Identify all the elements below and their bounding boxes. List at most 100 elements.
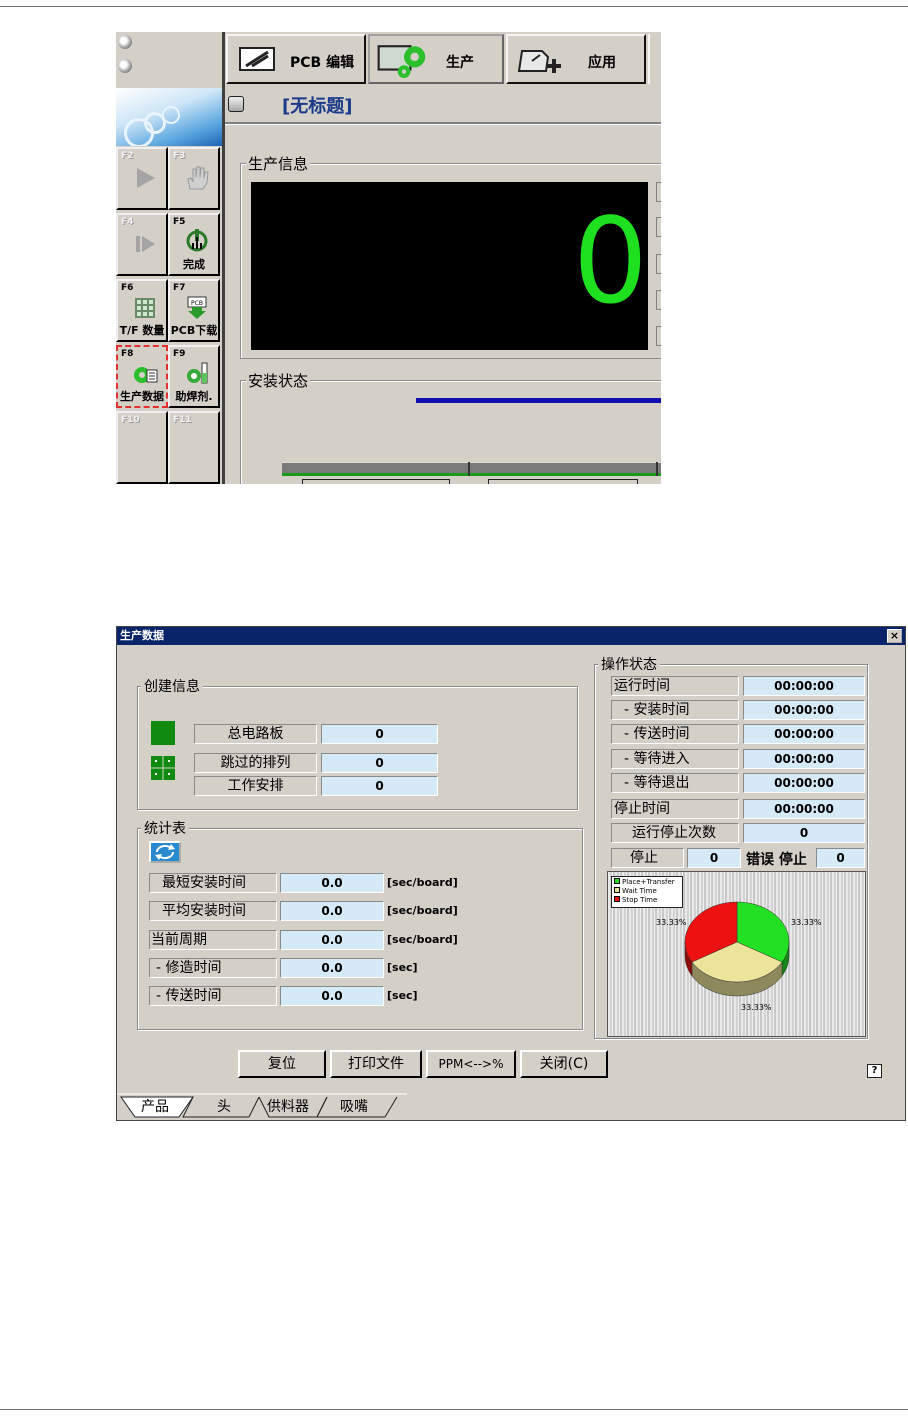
production-data-dialog: 生产数据 × 创建信息 总电路板 0 跳过的排列 0 工作安排 0 统计表 最短… (116, 626, 906, 1121)
tab-product[interactable]: 产品 (141, 1096, 169, 1116)
tab-apply[interactable]: 应用 (506, 34, 646, 84)
fkey-f7-code: F7 (173, 283, 186, 293)
pie-chart (684, 901, 790, 997)
creation-total-boards-label: 总电路板 (194, 724, 317, 744)
radio-dot[interactable] (118, 35, 132, 49)
fkey-f8-label: 生产数据 (120, 390, 164, 403)
skip-pattern-icon (151, 756, 175, 780)
op-stop-count-label: 运行停止次数 (611, 823, 739, 843)
radio-dot[interactable] (118, 59, 132, 73)
side-field (656, 254, 661, 274)
doc-title: [无标题] (282, 96, 353, 117)
op-run-time-label: 运行时间 (611, 676, 739, 696)
fkey-f11-code: F11 (173, 415, 192, 425)
reset-button[interactable]: 复位 (238, 1050, 326, 1078)
stats-current-cycle-unit: [sec/board] (387, 933, 458, 946)
fkey-f7-label: PCB下载 (170, 324, 218, 337)
fkey-f11[interactable]: F11 (168, 411, 220, 484)
fkey-f10-code: F10 (121, 415, 140, 425)
stats-build-time-label: - 修造时间 (149, 958, 277, 978)
op-error-stop-value: 0 (816, 848, 865, 868)
pie-chart-panel: Place+Transfer Wait Time Stop Time 33.33… (607, 871, 866, 1037)
stats-build-time-unit: [sec] (387, 961, 418, 974)
refresh-icon (155, 844, 175, 860)
fkey-f3[interactable]: F3 (168, 147, 220, 210)
op-wait-out-value: 00:00:00 (743, 773, 865, 793)
op-run-time-value: 00:00:00 (743, 676, 865, 696)
fkey-f6-label: T/F 数量 (119, 324, 165, 337)
fkey-f5-code: F5 (173, 217, 186, 227)
pie-label-stop-time: 33.33% (656, 918, 687, 927)
apply-icon (517, 50, 561, 73)
creation-skipped-label: 跳过的排列 (194, 753, 317, 773)
bottom-tab-strip: 产品 头 供料器 吸嘴 (117, 1093, 905, 1120)
mount-progress-bar (416, 398, 661, 403)
pie-label-place-transfer: 33.33% (791, 918, 822, 927)
ppm-toggle-button[interactable]: PPM<-->% (426, 1050, 516, 1078)
op-wait-in-label: - 等待进入 (611, 749, 739, 769)
step-icon (136, 236, 155, 252)
tab-production-label: 生产 (446, 55, 474, 71)
fkey-f2[interactable]: F2 (116, 147, 168, 210)
print-button[interactable]: 打印文件 (330, 1050, 422, 1078)
fkey-f9-label: 助焊剂. (175, 390, 213, 403)
stats-min-time-label: 最短安装时间 (149, 873, 277, 893)
stats-title: 统计表 (141, 818, 189, 838)
stats-build-time-value: 0.0 (280, 958, 384, 978)
close-button[interactable]: 关闭(C) (520, 1050, 608, 1078)
fkey-f10[interactable]: F10 (116, 411, 168, 484)
stats-transfer-time-label: - 传送时间 (149, 986, 277, 1006)
table-cell (488, 479, 638, 484)
fkey-f8-code: F8 (121, 349, 134, 359)
stats-current-cycle-label: 当前周期 (149, 930, 277, 950)
help-icon[interactable]: ? (867, 1064, 882, 1078)
footer-rule (0, 1409, 908, 1410)
tab-head[interactable]: 头 (217, 1096, 231, 1116)
stats-avg-time-label: 平均安装时间 (149, 901, 277, 921)
op-stop-label: 停止 (611, 848, 684, 868)
refresh-button[interactable] (149, 841, 181, 863)
pie-label-wait-time: 33.33% (741, 1003, 772, 1012)
op-mount-time-label: - 安装时间 (611, 700, 739, 720)
op-transfer-time-value: 00:00:00 (743, 724, 865, 744)
tab-pcb-edit[interactable]: PCB 编辑 (226, 34, 366, 84)
side-field (656, 290, 661, 310)
op-stop-time-value: 00:00:00 (743, 799, 865, 819)
production-screen-screenshot: F2 F3 F4 F5 完成 F6 T/F 数量 F7 PCB PCB下载 F8… (116, 32, 661, 484)
table-divider (656, 462, 658, 476)
tab-apply-label: 应用 (588, 55, 616, 71)
doc-checkbox[interactable] (228, 96, 244, 112)
fkey-f2-code: F2 (121, 151, 134, 161)
op-wait-out-label: - 等待退出 (611, 773, 739, 793)
stats-min-time-value: 0.0 (280, 873, 384, 893)
tab-nozzle[interactable]: 吸嘴 (340, 1096, 368, 1116)
creation-total-boards-value: 0 (321, 724, 438, 744)
op-stop-time-label: 停止时间 (611, 799, 739, 819)
tab-production[interactable]: 生产 (368, 34, 504, 84)
op-wait-in-value: 00:00:00 (743, 749, 865, 769)
stats-transfer-time-unit: [sec] (387, 989, 418, 1002)
pcb-edit-icon (239, 47, 275, 71)
pcb-download-icon: PCB (187, 296, 207, 319)
dialog-close-button[interactable]: × (887, 629, 902, 643)
finish-icon (186, 229, 208, 252)
fkey-f9[interactable]: F9 助焊剂. (168, 345, 220, 408)
fkey-f7[interactable]: F7 PCB PCB下载 (168, 279, 220, 342)
fkey-f9-code: F9 (173, 349, 186, 359)
op-stop-count-value: 0 (743, 823, 865, 843)
left-panel-divider (222, 32, 225, 484)
flux-icon (187, 362, 208, 384)
dialog-titlebar: 生产数据 × (117, 627, 905, 645)
fkey-f5-label: 完成 (183, 258, 205, 271)
tab-feeder[interactable]: 供料器 (267, 1096, 309, 1116)
fkey-f8[interactable]: F8 生产数据 (116, 345, 168, 408)
fkey-f4[interactable]: F4 (116, 213, 168, 276)
op-error-stop-label: 错误 停止 (746, 852, 807, 868)
op-mount-time-value: 00:00:00 (743, 700, 865, 720)
stats-min-time-unit: [sec/board] (387, 876, 458, 889)
dialog-title: 生产数据 (120, 629, 164, 642)
stats-avg-time-value: 0.0 (280, 901, 384, 921)
fkey-f5[interactable]: F5 完成 (168, 213, 220, 276)
fkey-f6[interactable]: F6 T/F 数量 (116, 279, 168, 342)
mount-status-table-header (282, 462, 661, 476)
